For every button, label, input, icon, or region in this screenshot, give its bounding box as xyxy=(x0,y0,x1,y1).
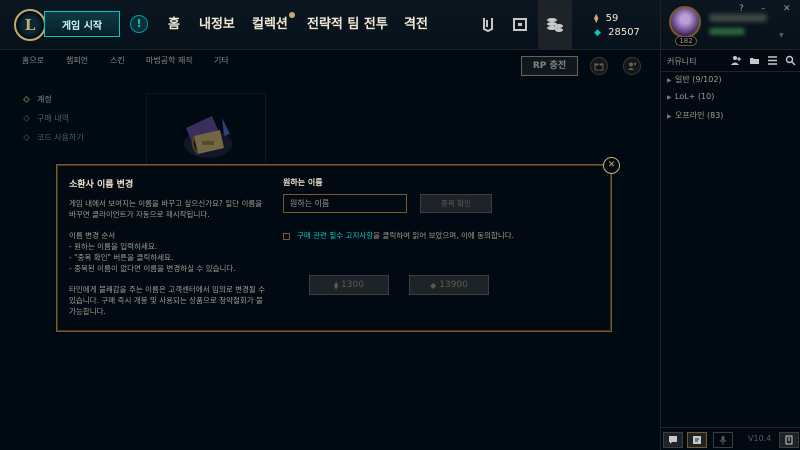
modal-description: 소환사 이름 변경 게임 내에서 보여지는 이름을 바꾸고 싶으신가요? 일단 … xyxy=(69,177,269,317)
nav-collection[interactable]: 컬렉션 xyxy=(252,14,288,36)
mission-icon[interactable] xyxy=(478,14,498,34)
search-icon[interactable] xyxy=(785,55,796,66)
top-navigation-bar: L 게임 시작 ! 홈 내정보 컬렉션 전략적 팀 전투 격전 ⧫ 59 ◆ 2… xyxy=(0,0,660,50)
nav-tft[interactable]: 전략적 팀 전투 xyxy=(307,14,388,36)
social-panel: 182 ? – ✕ ▼ 커뮤니티 ▶ 일반 (9/102) ▶ LoL+ (10) … xyxy=(660,0,800,450)
step-item: - 중복된 이름이 없다면 이름을 변경하실 수 있습니다. xyxy=(69,264,236,273)
store-icon xyxy=(547,18,563,32)
agree-rest-text: 을 클릭하여 읽어 보았으며, 이에 동의합니다. xyxy=(373,231,515,240)
notification-dot xyxy=(289,12,295,18)
add-friend-icon[interactable] xyxy=(731,55,742,66)
chat-button[interactable] xyxy=(663,432,683,448)
status-blurred xyxy=(709,28,745,35)
help-button[interactable]: ? xyxy=(739,4,744,14)
summoner-name-change-modal: 소환사 이름 변경 게임 내에서 보여지는 이름을 바꾸고 싶으신가요? 일단 … xyxy=(56,164,612,332)
summoner-name-blurred xyxy=(709,14,767,22)
level-badge: 182 xyxy=(675,36,697,46)
notes-button[interactable] xyxy=(687,432,707,448)
modal-close-button[interactable]: ✕ xyxy=(603,157,620,174)
name-field-label: 원하는 이름 xyxy=(283,178,323,187)
check-availability-button[interactable]: 중복 확인 xyxy=(420,194,492,213)
chevron-down-icon[interactable]: ▼ xyxy=(779,32,784,39)
patch-notes-button[interactable] xyxy=(779,432,799,448)
close-window-button[interactable]: ✕ xyxy=(783,4,791,14)
chat-icon xyxy=(669,436,677,444)
steps-title: 이름 변경 순서 xyxy=(69,231,116,240)
blue-essence-amount: 59 xyxy=(605,13,619,24)
summoner-name-input[interactable] xyxy=(283,194,407,213)
caret-right-icon: ▶ xyxy=(667,77,672,84)
be-price: 1300 xyxy=(341,280,364,290)
group-label: 오프라인 (83) xyxy=(675,111,724,120)
blue-essence-row: ⧫ 59 xyxy=(594,13,618,24)
avatar[interactable] xyxy=(669,6,701,38)
buy-with-be-button[interactable]: ⧫ 1300 xyxy=(309,275,389,295)
nav-clash[interactable]: 격전 xyxy=(404,14,428,36)
social-title: 커뮤니티 xyxy=(667,57,697,66)
riot-points-icon: ◆ xyxy=(594,28,601,38)
terms-link[interactable]: 구매 관련 필수 고지사항 xyxy=(297,231,373,240)
currency-panel: ⧫ 59 ◆ 28507 xyxy=(586,0,660,50)
riot-points-row: ◆ 28507 xyxy=(594,27,640,38)
blue-essence-icon: ⧫ xyxy=(594,14,599,24)
notes-icon xyxy=(693,436,701,444)
riot-points-amount: 28507 xyxy=(608,27,640,38)
modal-intro-text: 게임 내에서 보여지는 이름을 바꾸고 싶으신가요? 일단 이름을 바꾸면 클라… xyxy=(69,199,263,219)
list-view-icon[interactable] xyxy=(767,55,778,66)
league-logo-icon[interactable]: L xyxy=(14,9,46,41)
modal-warning-text: 타인에게 불쾌감을 주는 이름은 고객센터에서 임의로 변경될 수 있습니다. … xyxy=(69,285,266,316)
store-tab[interactable] xyxy=(538,0,572,50)
modal-steps: 이름 변경 순서 - 원하는 이름을 입력하세요. - "중복 확인" 버튼을 … xyxy=(69,230,269,274)
step-item: - "중복 확인" 버튼을 클릭하세요. xyxy=(69,253,174,262)
friend-group-general[interactable]: ▶ 일반 (9/102) xyxy=(667,74,722,85)
buy-with-rp-button[interactable]: ◆ 13900 xyxy=(409,275,489,295)
social-footer: V10.4 xyxy=(661,427,800,450)
friend-group-lolplus[interactable]: ▶ LoL+ (10) xyxy=(667,92,714,101)
group-label: LoL+ (10) xyxy=(675,92,715,101)
step-item: - 원하는 이름을 입력하세요. xyxy=(69,242,158,251)
blue-essence-icon: ⧫ xyxy=(334,280,339,290)
add-folder-icon[interactable] xyxy=(749,55,760,66)
agree-text: 구매 관련 필수 고지사항을 클릭하여 읽어 보았으며, 이에 동의합니다. xyxy=(297,231,517,241)
profile-area[interactable]: 182 ? – ✕ ▼ xyxy=(661,0,800,50)
alert-icon[interactable]: ! xyxy=(130,15,148,33)
rp-price: 13900 xyxy=(439,280,468,290)
voice-button[interactable] xyxy=(713,432,733,448)
group-label: 일반 (9/102) xyxy=(675,75,722,84)
caret-right-icon: ▶ xyxy=(667,94,672,101)
nav-home[interactable]: 홈 xyxy=(168,14,180,36)
riot-points-icon: ◆ xyxy=(430,280,437,290)
minimize-button[interactable]: – xyxy=(761,4,766,14)
modal-title: 소환사 이름 변경 xyxy=(69,180,134,190)
play-button[interactable]: 게임 시작 xyxy=(44,11,120,37)
social-header: 커뮤니티 xyxy=(661,50,800,72)
caret-right-icon: ▶ xyxy=(667,113,672,120)
microphone-icon xyxy=(719,436,727,445)
nav-profile[interactable]: 내정보 xyxy=(199,14,235,36)
loot-chest-icon[interactable] xyxy=(510,14,530,34)
agree-checkbox[interactable] xyxy=(283,233,290,240)
patch-icon xyxy=(785,435,793,445)
client-version: V10.4 xyxy=(748,434,772,443)
friend-group-offline[interactable]: ▶ 오프라인 (83) xyxy=(667,110,723,121)
